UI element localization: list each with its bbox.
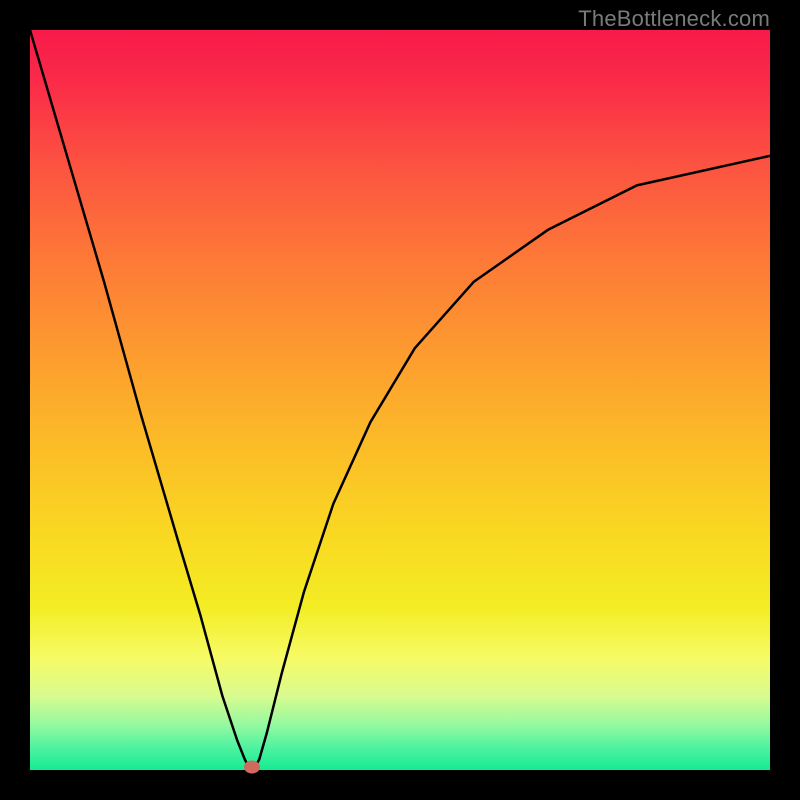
line-curve bbox=[30, 30, 770, 770]
plot-area bbox=[30, 30, 770, 770]
chart-outer-frame: TheBottleneck.com bbox=[0, 0, 800, 800]
watermark-text: TheBottleneck.com bbox=[578, 6, 770, 32]
data-marker-dot bbox=[244, 761, 260, 774]
